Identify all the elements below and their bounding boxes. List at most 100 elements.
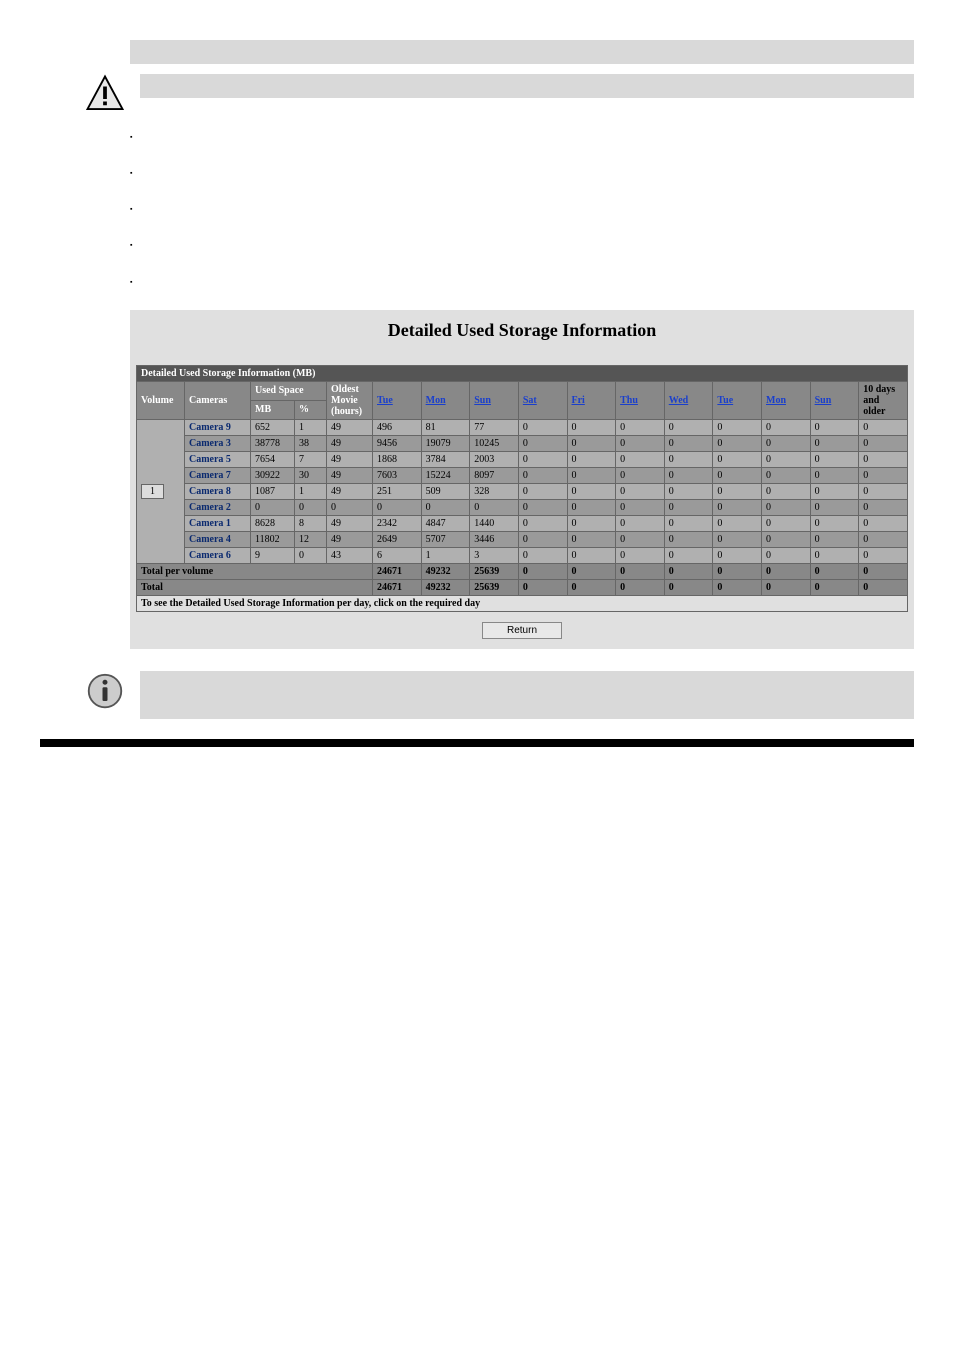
storage-table: Detailed Used Storage Information (MB) V… [136,365,908,612]
col-day: Sat [518,381,567,419]
day-link[interactable]: Tue [717,395,733,406]
cell: 0 [373,499,422,515]
cell: 0 [664,419,713,435]
cell: 0 [518,563,567,579]
cell: 0 [664,499,713,515]
cell: 81 [421,419,470,435]
volume-button[interactable]: 1 [141,484,164,499]
cell: 0 [295,499,327,515]
cell: 0 [810,547,859,563]
col-day: Mon [421,381,470,419]
cell: 49 [327,435,373,451]
cell: 0 [567,499,616,515]
return-button[interactable]: Return [482,622,562,639]
cell: 0 [567,515,616,531]
table-row: Camera 411802124926495707344600000000 [137,531,908,547]
cell: 1 [421,547,470,563]
cell: 77 [470,419,519,435]
cell: 0 [713,483,762,499]
list-item [130,237,914,251]
cell: 0 [567,467,616,483]
day-link[interactable]: Mon [766,395,786,406]
cell: 0 [327,499,373,515]
cell: 7654 [251,451,295,467]
cell: 19079 [421,435,470,451]
cell: 0 [616,499,665,515]
cell: 0 [518,515,567,531]
cell: 0 [616,467,665,483]
day-link[interactable]: Wed [669,395,688,406]
cell: 328 [470,483,519,499]
cell: 0 [518,531,567,547]
cell: 0 [518,419,567,435]
cell: 0 [295,547,327,563]
cell: 0 [518,435,567,451]
col-day: Sun [470,381,519,419]
camera-cell: Camera 3 [185,435,251,451]
cell: 0 [713,547,762,563]
col-oldest: Oldest Movie (hours) [327,381,373,419]
cell: 0 [421,499,470,515]
cell: 0 [859,515,908,531]
camera-cell: Camera 7 [185,467,251,483]
table-row: Camera 200000000000000 [137,499,908,515]
day-link[interactable]: Mon [426,395,446,406]
cell: 0 [762,515,811,531]
cell: 0 [664,547,713,563]
cell: 12 [295,531,327,547]
section-heading [130,40,914,64]
table-row: Camera 33877838499456190791024500000000 [137,435,908,451]
table-row: Camera 1862884923424847144000000000 [137,515,908,531]
table-row: Detailed Used Storage Information (MB) [137,365,908,381]
cell: 0 [518,579,567,595]
cell: 0 [567,531,616,547]
col-day: Thu [616,381,665,419]
cell: 0 [810,515,859,531]
screenshot-title: Detailed Used Storage Information [136,320,908,341]
day-link[interactable]: Tue [377,395,393,406]
footnote-text: To see the Detailed Used Storage Informa… [137,595,908,611]
cell: 10245 [470,435,519,451]
day-link[interactable]: Thu [620,395,638,406]
cell: 5707 [421,531,470,547]
cell: 0 [616,547,665,563]
cell: 49 [327,467,373,483]
day-link[interactable]: Sun [815,395,832,406]
cell: 15224 [421,467,470,483]
col-day: Fri [567,381,616,419]
info-text-box [140,671,914,719]
col-volume: Volume [137,381,185,419]
cell: 0 [859,579,908,595]
camera-cell: Camera 8 [185,483,251,499]
table-row: Camera 5765474918683784200300000000 [137,451,908,467]
cell: 0 [859,563,908,579]
cell: 0 [859,547,908,563]
cell: 0 [859,435,908,451]
cell: 0 [251,499,295,515]
cell: 2342 [373,515,422,531]
cell: 49 [327,531,373,547]
cell: 0 [664,531,713,547]
cell: 2003 [470,451,519,467]
col-day: Tue [373,381,422,419]
cell: 0 [616,435,665,451]
total-label: Total [137,579,373,595]
cell: 0 [713,563,762,579]
cell: 3446 [470,531,519,547]
cell: 8628 [251,515,295,531]
cell: 49 [327,483,373,499]
cell: 0 [762,531,811,547]
cell: 8097 [470,467,519,483]
cell: 24671 [373,579,422,595]
info-icon [85,671,125,711]
cell: 0 [664,451,713,467]
cell: 0 [810,563,859,579]
cell: 0 [664,435,713,451]
day-link[interactable]: Fri [572,395,585,406]
col-day: Wed [664,381,713,419]
cell: 4847 [421,515,470,531]
day-link[interactable]: Sun [474,395,491,406]
cell: 30922 [251,467,295,483]
cell: 0 [616,451,665,467]
day-link[interactable]: Sat [523,395,537,406]
